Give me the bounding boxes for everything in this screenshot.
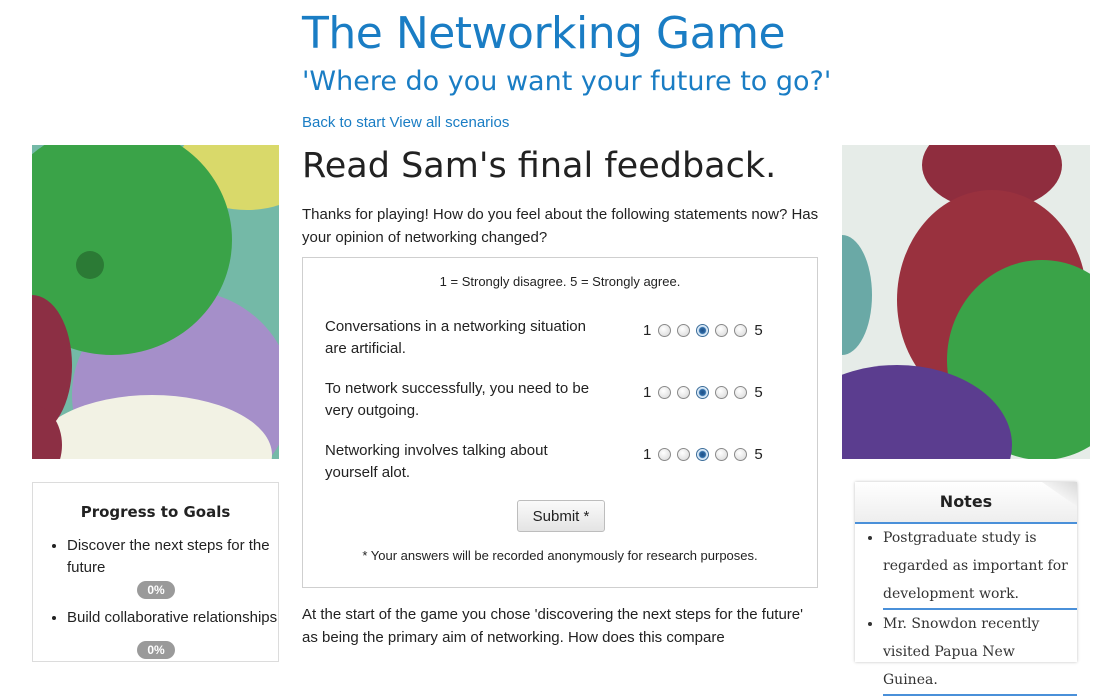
scale-max-label: 5 bbox=[754, 446, 763, 463]
goal-item: Build collaborative relationships 0% bbox=[67, 607, 297, 659]
rating-radio-2[interactable] bbox=[677, 386, 691, 399]
goal-label: Discover the next steps for the future bbox=[67, 537, 270, 576]
rating-radio-4[interactable] bbox=[715, 386, 729, 399]
page-subtitle: 'Where do you want your future to go?' bbox=[302, 66, 832, 97]
survey-question: Conversations in a networking situation … bbox=[325, 316, 795, 362]
nav-links: Back to start View all scenarios bbox=[302, 114, 509, 131]
page-curl-decoration bbox=[1037, 482, 1077, 508]
scale-min-label: 1 bbox=[643, 322, 652, 339]
notes-list: Postgraduate study is regarded as import… bbox=[855, 524, 1077, 696]
goals-list: Discover the next steps for the future 0… bbox=[47, 535, 297, 667]
progress-panel: Progress to Goals Discover the next step… bbox=[32, 482, 279, 662]
rating-scale: 1 5 bbox=[639, 384, 767, 401]
rating-radio-3[interactable] bbox=[696, 448, 710, 461]
question-text: Networking involves talking about yourse… bbox=[325, 442, 548, 481]
rating-radio-1[interactable] bbox=[658, 448, 672, 461]
rating-radio-4[interactable] bbox=[715, 324, 729, 337]
question-text: To network successfully, you need to be … bbox=[325, 380, 590, 419]
page-title: The Networking Game bbox=[302, 8, 786, 59]
view-all-scenarios-link[interactable]: View all scenarios bbox=[390, 114, 510, 131]
rating-radio-1[interactable] bbox=[658, 386, 672, 399]
progress-title: Progress to Goals bbox=[80, 503, 231, 521]
survey-footnote: * Your answers will be recorded anonymou… bbox=[362, 548, 758, 563]
intro-text: Thanks for playing! How do you feel abou… bbox=[302, 206, 819, 246]
note-item: Postgraduate study is regarded as import… bbox=[883, 524, 1077, 610]
rating-radio-2[interactable] bbox=[677, 448, 691, 461]
notes-panel: Notes Postgraduate study is regarded as … bbox=[855, 482, 1077, 696]
goal-progress-badge: 0% bbox=[137, 641, 175, 659]
balloons-image-right bbox=[842, 145, 1090, 459]
rating-radio-3[interactable] bbox=[696, 324, 710, 337]
rating-radio-4[interactable] bbox=[715, 448, 729, 461]
rating-radio-5[interactable] bbox=[734, 324, 748, 337]
scale-min-label: 1 bbox=[643, 384, 652, 401]
rating-scale: 1 5 bbox=[639, 446, 767, 463]
scale-max-label: 5 bbox=[754, 322, 763, 339]
comparison-text: At the start of the game you chose 'disc… bbox=[302, 606, 804, 646]
survey-question: To network successfully, you need to be … bbox=[325, 378, 795, 424]
goal-progress-badge: 0% bbox=[137, 581, 175, 599]
rating-radio-1[interactable] bbox=[658, 324, 672, 337]
survey-form: 1 = Strongly disagree. 5 = Strongly agre… bbox=[302, 257, 818, 588]
rating-scale: 1 5 bbox=[639, 322, 767, 339]
feedback-heading: Read Sam's final feedback. bbox=[302, 146, 777, 186]
scale-max-label: 5 bbox=[754, 384, 763, 401]
rating-radio-2[interactable] bbox=[677, 324, 691, 337]
submit-button[interactable]: Submit * bbox=[517, 500, 605, 532]
scale-min-label: 1 bbox=[643, 446, 652, 463]
balloons-image-left bbox=[32, 145, 279, 459]
rating-radio-3[interactable] bbox=[696, 386, 710, 399]
scale-note: 1 = Strongly disagree. 5 = Strongly agre… bbox=[439, 274, 681, 289]
survey-question: Networking involves talking about yourse… bbox=[325, 440, 795, 486]
rating-radio-5[interactable] bbox=[734, 448, 748, 461]
goal-label: Build collaborative relationships bbox=[67, 609, 278, 626]
back-to-start-link[interactable]: Back to start bbox=[302, 114, 385, 131]
note-item: Mr. Snowdon recently visited Papua New G… bbox=[883, 610, 1077, 696]
goal-item: Discover the next steps for the future 0… bbox=[67, 535, 297, 599]
rating-radio-5[interactable] bbox=[734, 386, 748, 399]
question-text: Conversations in a networking situation … bbox=[325, 318, 586, 357]
